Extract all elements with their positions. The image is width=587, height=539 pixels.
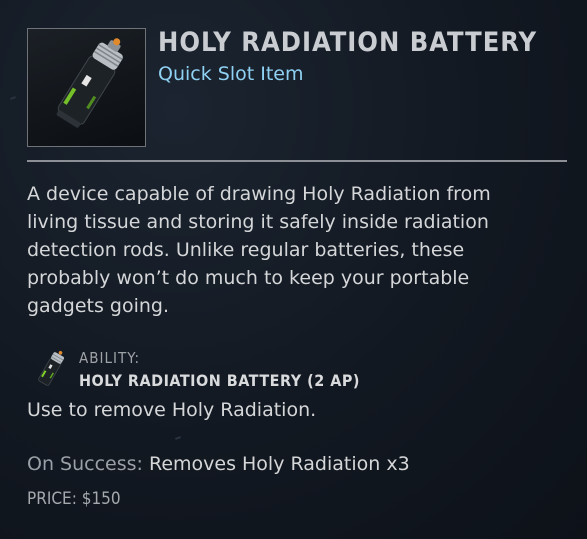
divider bbox=[27, 160, 567, 162]
ability-label: ABILITY: bbox=[79, 349, 140, 367]
on-success-label: On Success: bbox=[27, 453, 143, 475]
ability-description: Use to remove Holy Radiation. bbox=[27, 399, 317, 421]
battery-canister-icon bbox=[38, 351, 64, 386]
item-description: A device capable of drawing Holy Radiati… bbox=[27, 183, 491, 317]
background-speck bbox=[9, 96, 17, 100]
background-speck bbox=[174, 436, 182, 440]
battery-canister-icon bbox=[56, 38, 123, 128]
item-subtitle: Quick Slot Item bbox=[158, 63, 304, 85]
on-success-value: Removes Holy Radiation x3 bbox=[148, 453, 410, 475]
price: PRICE: $150 bbox=[27, 489, 121, 509]
on-success-line: On Success: Removes Holy Radiation x3 bbox=[27, 453, 410, 475]
item-title: HOLY RADIATION BATTERY bbox=[158, 27, 538, 58]
item-portrait bbox=[27, 28, 146, 147]
ability-name: HOLY RADIATION BATTERY (2 AP) bbox=[79, 371, 360, 390]
ability-icon bbox=[28, 350, 72, 390]
